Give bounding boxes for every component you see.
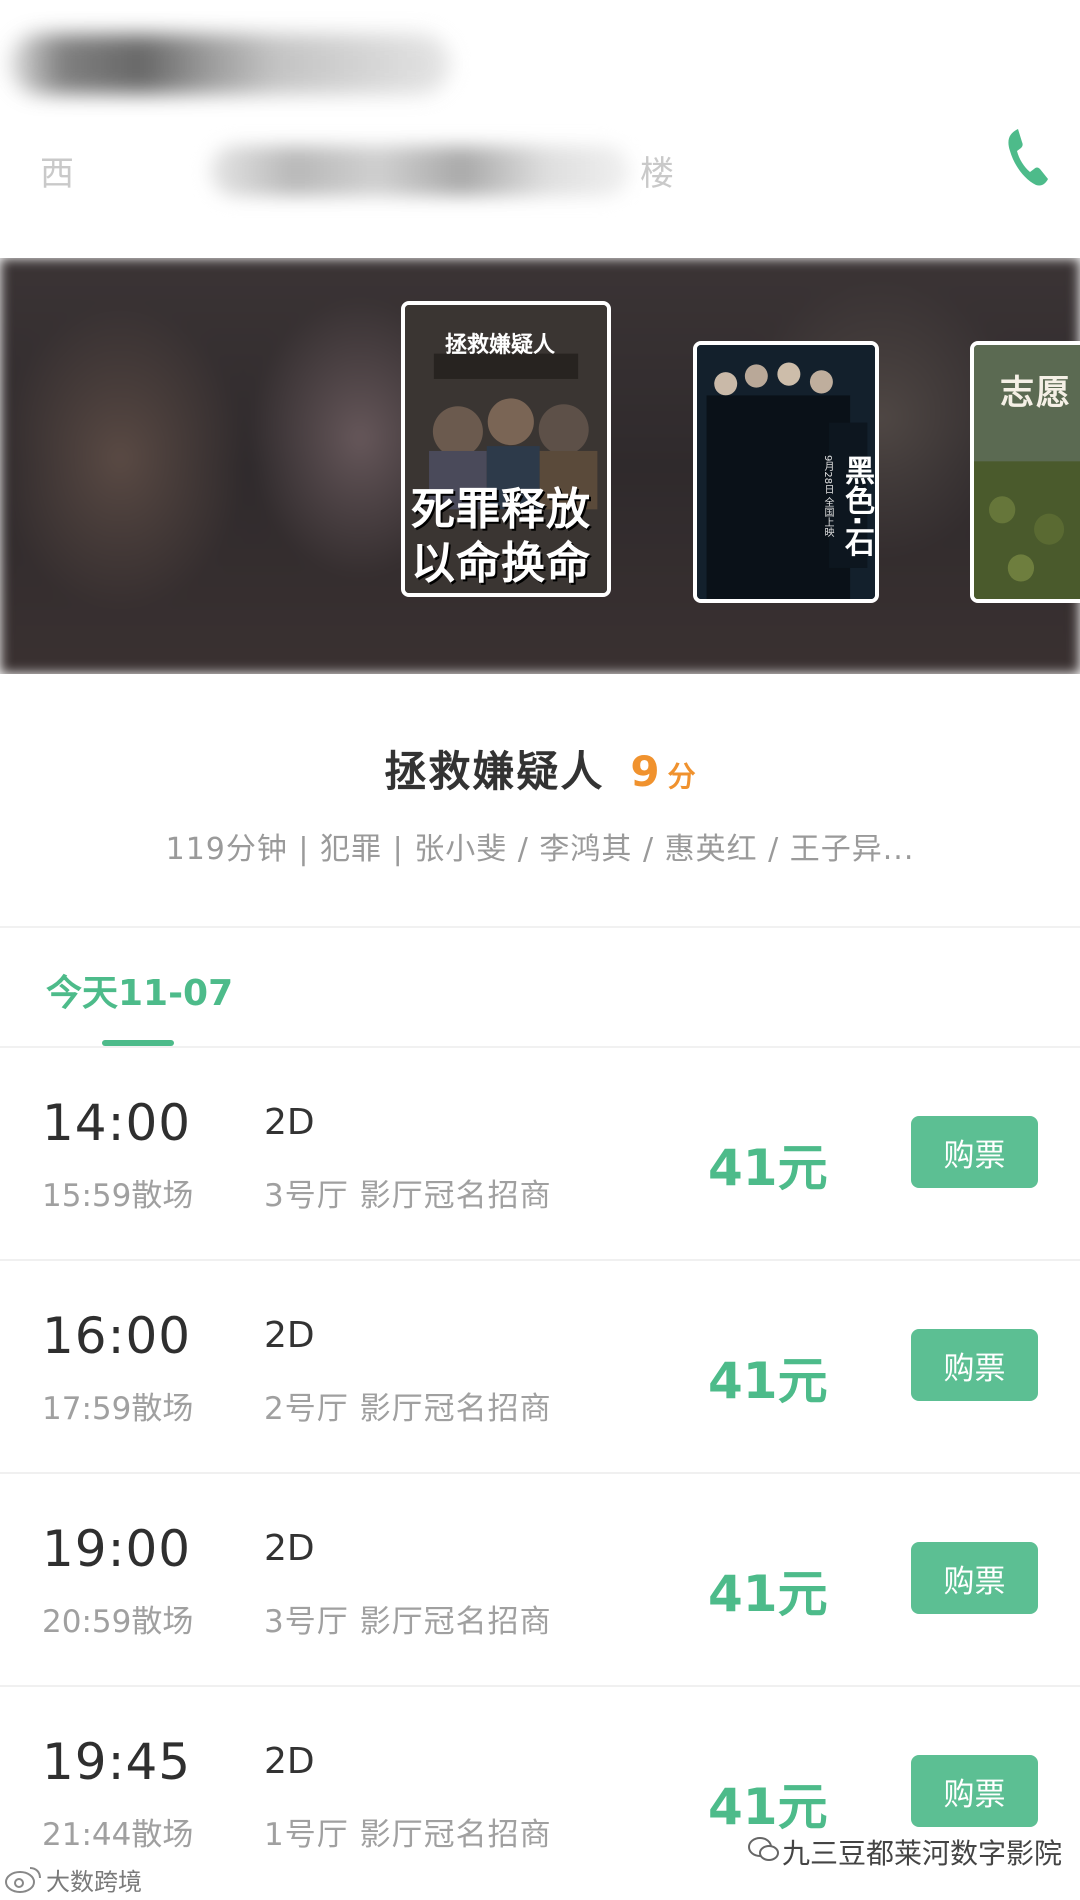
- session-end-time: 20:59散场: [42, 1604, 194, 1640]
- session-hall: 3号厅 影厅冠名招商: [264, 1604, 552, 1640]
- session-hall: 2号厅 影厅冠名招商: [264, 1391, 552, 1427]
- address-redacted: [210, 146, 630, 196]
- session-price: 41元: [708, 1352, 828, 1410]
- session-row[interactable]: 16:00 17:59散场 2D 2号厅 影厅冠名招商 41元 购票: [0, 1261, 1080, 1474]
- buy-ticket-button[interactable]: 购票: [911, 1329, 1038, 1401]
- wechat-logo-icon: [748, 1837, 779, 1861]
- tab-active-indicator: [102, 1040, 174, 1046]
- cinema-showtimes-page: 西 楼 拯救嫌疑人 死罪释放 以命换命 黑色·石 9月28日 全国上映 志愿 拯…: [0, 0, 1080, 1900]
- weibo-logo-icon: [5, 1867, 41, 1893]
- watermark-left-text: 大数跨境: [46, 1868, 142, 1896]
- phone-icon: [1008, 129, 1048, 186]
- movie-title-row: 拯救嫌疑人 9 分: [0, 738, 1080, 799]
- session-format: 2D: [264, 1102, 315, 1143]
- session-end-time: 15:59散场: [42, 1178, 194, 1214]
- session-end-time: 21:44散场: [42, 1817, 194, 1853]
- movie-info: 拯救嫌疑人 9 分 119分钟 | 犯罪 | 张小斐 / 李鸿其 / 惠英红 / 王…: [0, 674, 1080, 926]
- session-list: 14:00 15:59散场 2D 3号厅 影厅冠名招商 41元 购票 16:00…: [0, 1048, 1080, 1900]
- address-text-suffix: 楼: [640, 154, 676, 194]
- poster-selected-movie[interactable]: 拯救嫌疑人 死罪释放 以命换命: [401, 301, 611, 597]
- session-hall: 1号厅 影厅冠名招商: [264, 1817, 552, 1853]
- session-end-time: 17:59散场: [42, 1391, 194, 1427]
- poster-title-1: 拯救嫌疑人: [445, 333, 556, 358]
- address-text-visible: 西: [40, 154, 76, 194]
- poster-release-2: 9月28日 全国上映: [822, 455, 833, 538]
- buy-ticket-button[interactable]: 购票: [911, 1116, 1038, 1188]
- phone-button[interactable]: [1000, 125, 1056, 189]
- session-start-time: 19:00: [42, 1520, 192, 1578]
- session-format: 2D: [264, 1741, 315, 1782]
- session-format: 2D: [264, 1315, 315, 1356]
- session-start-time: 19:45: [42, 1733, 192, 1791]
- cinema-address[interactable]: 西 楼: [40, 138, 674, 198]
- poster-title-2: 黑色·石: [839, 455, 874, 557]
- cinema-name-redacted: [10, 34, 450, 94]
- session-hall: 3号厅 影厅冠名招商: [264, 1178, 552, 1214]
- session-format: 2D: [264, 1528, 315, 1569]
- poster-movie-3[interactable]: 志愿: [970, 341, 1080, 603]
- session-price: 41元: [708, 1565, 828, 1623]
- poster-movie-2[interactable]: 黑色·石 9月28日 全国上映: [693, 341, 879, 603]
- poster-title-3: 志愿: [1000, 373, 1072, 413]
- date-tabs: 今天11-07: [0, 926, 1080, 1048]
- session-row[interactable]: 14:00 15:59散场 2D 3号厅 影厅冠名招商 41元 购票: [0, 1048, 1080, 1261]
- movie-score-unit: 分: [667, 760, 696, 793]
- poster-tagline-line2: 以命换命: [411, 538, 591, 589]
- buy-ticket-button[interactable]: 购票: [911, 1542, 1038, 1614]
- poster-carousel[interactable]: 拯救嫌疑人 死罪释放 以命换命 黑色·石 9月28日 全国上映 志愿: [0, 258, 1080, 674]
- tab-date-today[interactable]: 今天11-07: [46, 964, 233, 1016]
- session-price: 41元: [708, 1778, 828, 1836]
- watermark-right-text: 九三豆都莱河数字影院: [782, 1837, 1063, 1870]
- session-start-time: 16:00: [42, 1307, 192, 1365]
- movie-title: 拯救嫌疑人: [384, 747, 605, 796]
- session-row[interactable]: 19:00 20:59散场 2D 3号厅 影厅冠名招商 41元 购票: [0, 1474, 1080, 1687]
- movie-score: 9: [630, 747, 660, 796]
- session-price: 41元: [708, 1139, 828, 1197]
- movie-meta: 119分钟 | 犯罪 | 张小斐 / 李鸿其 / 惠英红 / 王子异...: [165, 832, 915, 867]
- cinema-header: 西 楼: [0, 0, 1080, 258]
- buy-ticket-button[interactable]: 购票: [911, 1755, 1038, 1827]
- session-start-time: 14:00: [42, 1094, 192, 1152]
